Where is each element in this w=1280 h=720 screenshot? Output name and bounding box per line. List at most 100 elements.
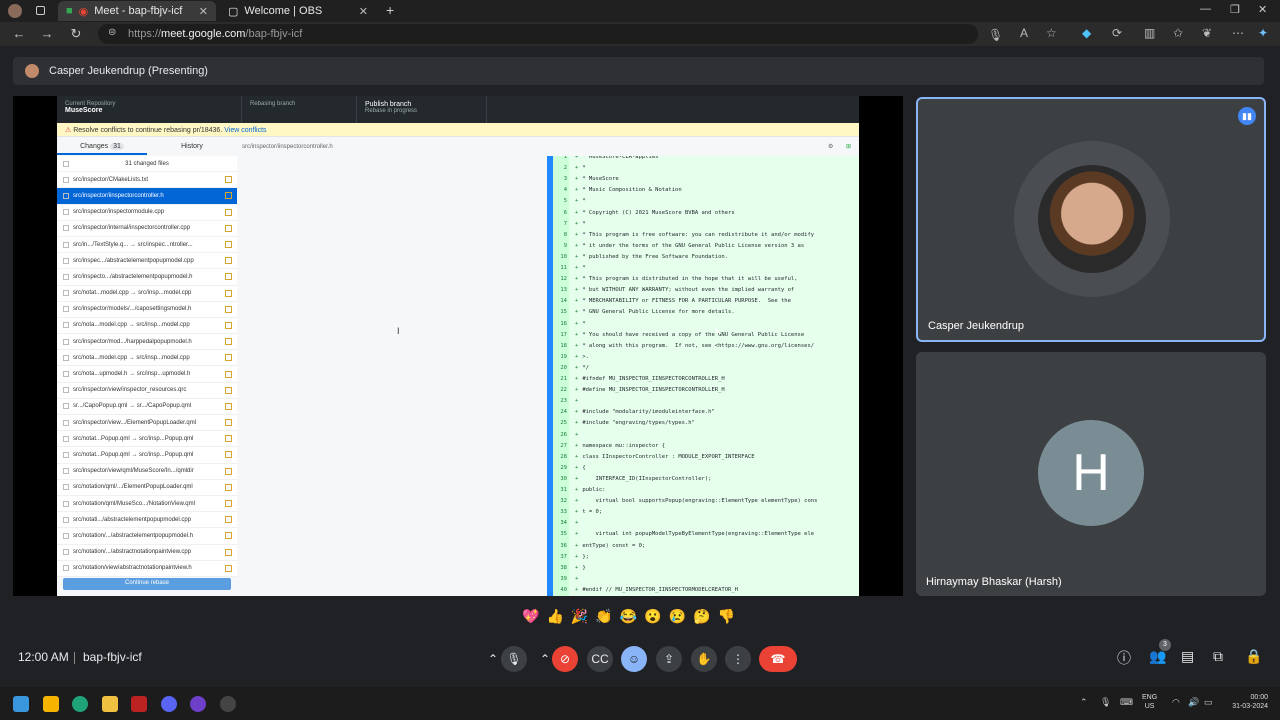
file-row[interactable]: src/inspector/internal/inspectorcontroll… <box>57 221 237 237</box>
file-checkbox[interactable] <box>63 500 69 507</box>
file-checkbox[interactable] <box>63 176 69 183</box>
close-icon[interactable]: ✕ <box>359 5 368 18</box>
file-row[interactable]: src/inspector/view.../ElementPopupLoader… <box>57 415 237 432</box>
language-indicator[interactable]: ENG US <box>1142 693 1157 711</box>
file-row[interactable]: src/inspec.../abstractelementpopupmodel.… <box>57 253 237 270</box>
tab-meet[interactable]: ■ ◉ Meet - bap-fbjv-icf ✕ <box>58 1 216 21</box>
volume-icon[interactable]: 🔊 <box>1188 697 1199 708</box>
file-checkbox[interactable] <box>63 225 69 232</box>
battery-icon[interactable]: ▭ <box>1204 697 1213 708</box>
tab-obs[interactable]: ▢ Welcome | OBS ✕ <box>220 1 376 21</box>
file-row[interactable]: src/nota...model.cpp → src/insp...model.… <box>57 318 237 335</box>
more-options-button[interactable]: ⋮ <box>725 646 751 672</box>
file-checkbox[interactable] <box>63 241 69 248</box>
refresh-ext-icon[interactable]: ⟳ <box>1112 26 1122 40</box>
select-all-checkbox[interactable] <box>63 160 69 167</box>
forward-icon[interactable]: → <box>38 26 56 41</box>
file-checkbox[interactable] <box>63 468 69 475</box>
file-row[interactable]: src/notat...model.cpp → src/insp...model… <box>57 286 237 302</box>
more-menu-icon[interactable]: ⋯ <box>1232 26 1244 40</box>
wifi-icon[interactable]: ◠ <box>1172 697 1180 708</box>
present-button[interactable]: ⇪ <box>656 646 682 672</box>
file-checkbox[interactable] <box>63 532 69 539</box>
participant-tile-harsh[interactable]: H Hirnaymay Bhaskar (Harsh) <box>916 352 1266 596</box>
reaction-emoji[interactable]: 😮 <box>644 608 661 630</box>
favorite-icon[interactable]: ☆ <box>1046 26 1057 40</box>
maximize-icon[interactable]: ❐ <box>1230 3 1240 16</box>
settings-icon[interactable]: ⚙ <box>828 143 833 150</box>
captions-button[interactable]: CC <box>587 646 613 672</box>
repository-selector[interactable]: Current Repository MuseScore <box>57 96 242 123</box>
file-row[interactable]: src/inspector/iinspectorcontroller.h <box>57 188 237 205</box>
file-checkbox[interactable] <box>63 354 69 361</box>
show-hidden-icon[interactable]: ⌃ <box>1080 697 1088 708</box>
edge-icon[interactable] <box>72 696 88 712</box>
file-row[interactable]: src/notati.../abstractelementpopupmodel.… <box>57 512 237 529</box>
file-checkbox[interactable] <box>63 209 69 216</box>
file-row[interactable]: src/nota...upmodel.h → src/insp...upmode… <box>57 366 237 383</box>
file-checkbox[interactable] <box>63 338 69 345</box>
continue-rebase-button[interactable]: Continue rebase <box>63 578 231 590</box>
back-icon[interactable]: ← <box>10 26 28 41</box>
file-row[interactable]: src/inspecto.../abstractelementpopupmode… <box>57 269 237 286</box>
file-checkbox[interactable] <box>63 387 69 394</box>
extension-icon[interactable]: ◆ <box>1082 26 1091 40</box>
file-row[interactable]: src/notat...Popup.qml → src/insp...Popup… <box>57 431 237 448</box>
file-checkbox[interactable] <box>63 306 69 313</box>
reaction-emoji[interactable]: 🤔 <box>693 608 710 630</box>
tab-actions-icon[interactable] <box>36 6 45 15</box>
reaction-emoji[interactable]: 🎉 <box>571 608 588 630</box>
info-icon[interactable]: ⓘ <box>1117 648 1131 668</box>
file-checkbox[interactable] <box>63 516 69 523</box>
keyboard-icon[interactable]: ⌨ <box>1120 697 1133 708</box>
file-row[interactable]: src/notat...Popup.qml → src/insp...Popup… <box>57 447 237 464</box>
site-info-icon[interactable]: ⊜ <box>108 27 116 38</box>
file-row[interactable]: src/in.../TextStyle.q... → src/inspec...… <box>57 237 237 254</box>
file-row[interactable]: src/inspector/view/qml/MuseScore/In.../q… <box>57 464 237 480</box>
file-checkbox[interactable] <box>63 403 69 410</box>
url-field[interactable]: ⊜ https://meet.google.com/bap-fbjv-icf 🎙 <box>98 24 1003 44</box>
file-row[interactable]: src/notation/.../abstractelementpopupmod… <box>57 528 237 545</box>
file-checkbox[interactable] <box>63 290 69 297</box>
favorites-bar-icon[interactable]: ✩ <box>1173 26 1183 40</box>
file-row[interactable]: src/inspector/view/inspector_resources.q… <box>57 383 237 399</box>
camera-off-button[interactable]: ⊘ <box>552 646 578 672</box>
audio-options-icon[interactable]: ⌃ <box>484 646 502 672</box>
file-checkbox[interactable] <box>63 435 69 442</box>
file-checkbox[interactable] <box>63 273 69 280</box>
app-icon[interactable] <box>131 696 147 712</box>
file-explorer-icon[interactable] <box>102 696 118 712</box>
split-screen-icon[interactable]: ▥ <box>1144 26 1155 40</box>
file-checkbox[interactable] <box>63 257 69 264</box>
discord-icon[interactable] <box>161 696 177 712</box>
microphone-icon[interactable]: 🎙 <box>988 28 1003 42</box>
microphone-button[interactable]: 🎙 <box>501 646 527 672</box>
microphone-tray-icon[interactable]: 🎙 <box>1100 697 1111 708</box>
file-checkbox[interactable] <box>63 419 69 426</box>
file-checkbox[interactable] <box>63 371 69 378</box>
new-tab-icon[interactable]: + <box>386 2 394 18</box>
activities-icon[interactable]: ⧉ <box>1213 648 1223 665</box>
file-row[interactable]: src/notation/qml/.../ElementPopupLoader.… <box>57 480 237 496</box>
close-window-icon[interactable]: ✕ <box>1258 3 1267 16</box>
file-row[interactable]: src/notation/view/abstractnotationpaintv… <box>57 561 237 577</box>
reaction-emoji[interactable]: 👏 <box>595 608 612 630</box>
file-checkbox[interactable] <box>63 451 69 458</box>
view-conflicts-link[interactable]: View conflicts <box>224 127 266 134</box>
participant-tile-casper[interactable]: ▮▮ Casper Jeukendrup <box>916 97 1266 342</box>
file-row[interactable]: src/notation/qml/MuseSco.../NotationView… <box>57 496 237 513</box>
reload-icon[interactable]: ↻ <box>67 26 85 42</box>
file-checkbox[interactable] <box>63 549 69 556</box>
taskbar-clock[interactable]: 00:00 31-03-2024 <box>1226 693 1268 711</box>
raise-hand-button[interactable]: ✋ <box>691 646 717 672</box>
file-checkbox[interactable] <box>63 565 69 572</box>
file-row[interactable]: src/notation/.../abstractnotationpaintvi… <box>57 545 237 561</box>
file-checkbox[interactable] <box>63 192 69 199</box>
file-checkbox[interactable] <box>63 322 69 329</box>
copilot-taskbar-icon[interactable] <box>43 696 59 712</box>
reaction-emoji[interactable]: 💖 <box>522 608 539 630</box>
profile-icon[interactable] <box>8 4 22 18</box>
file-row[interactable]: src/inspector/mod.../harppedalpopupmodel… <box>57 334 237 351</box>
reaction-emoji[interactable]: 😢 <box>669 608 686 630</box>
reaction-emoji[interactable]: 😂 <box>620 608 637 630</box>
